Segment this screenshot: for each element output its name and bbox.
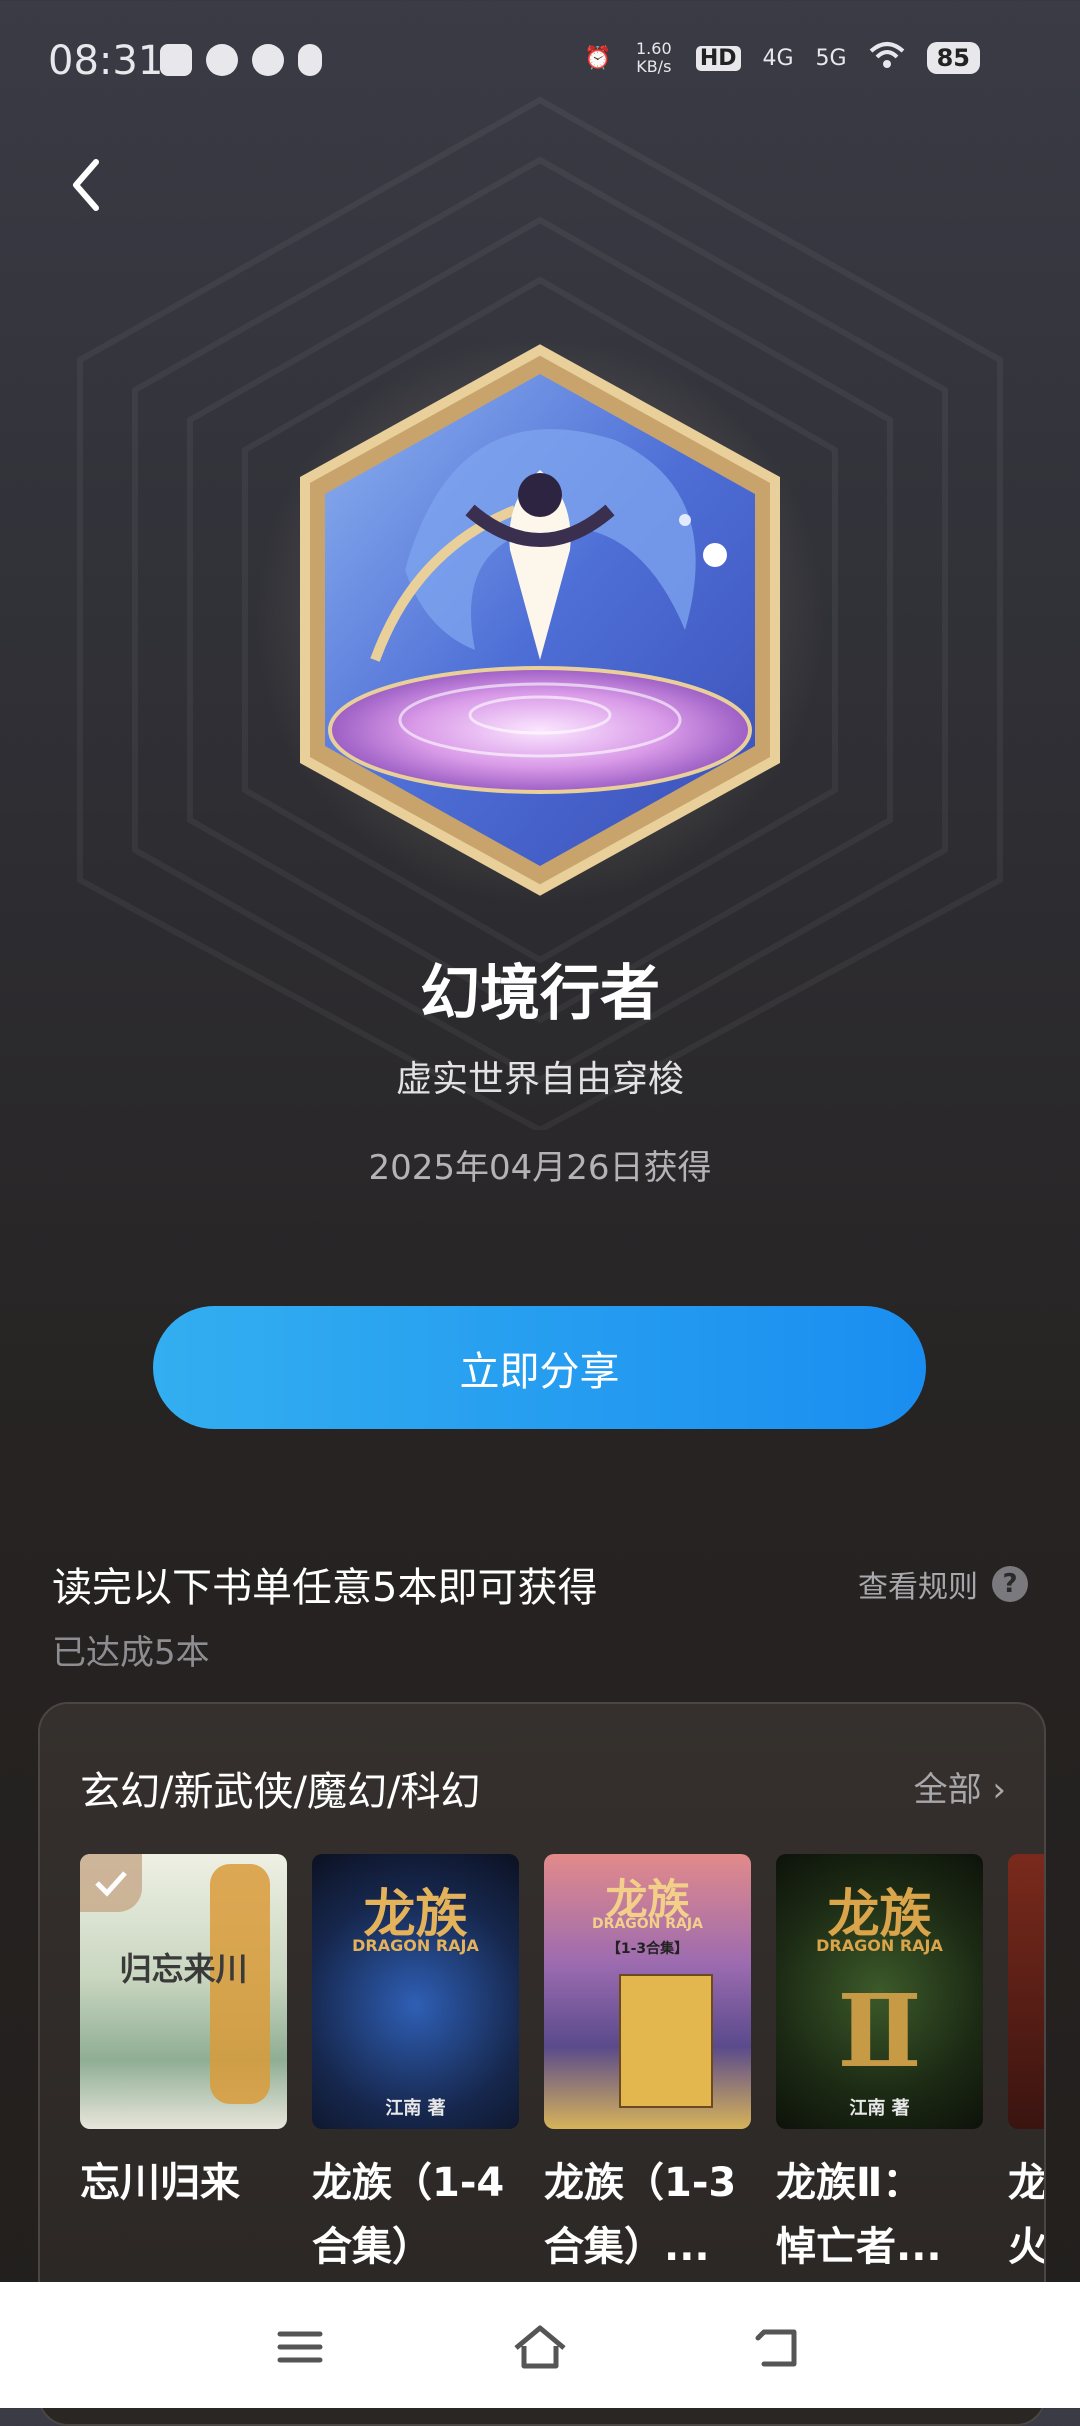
cover-author: 江南 著 [385, 2098, 446, 2119]
video-app-icon [160, 44, 192, 76]
cover-subtitle: DRAGON RAJA [816, 1936, 943, 1955]
book-title-line1: 龙 [1008, 2160, 1046, 2206]
book-title: 龙族（1-3 合集）... [544, 2151, 751, 2279]
cover-volume: Ⅱ [837, 1972, 922, 2090]
obtained-date: 2025年04月26日获得 [368, 1148, 712, 1188]
alarm-icon: ⏰ [584, 45, 612, 71]
hd-icon: HD [695, 45, 741, 71]
signal-5g-icon: 5G [815, 45, 847, 71]
cover-author: 江南 著 [849, 2098, 910, 2119]
location-icon [298, 44, 322, 76]
book-title: 龙 火 [1008, 2151, 1046, 2279]
system-nav-bar [0, 2282, 1080, 2408]
badge-description: 虚实世界自由穿梭 [395, 1059, 684, 1100]
book-item[interactable]: 归忘来川 忘川归来 [80, 1854, 287, 2279]
book-item[interactable]: 龙族 DRAGON RAJA Ⅱ 江南 著 龙族Ⅱ： 悼亡者... [776, 1854, 983, 2279]
book-title-line1: 忘川归来 [80, 2160, 240, 2206]
chevron-right-icon: › [992, 1770, 1006, 1810]
book-title-line1: 龙族（1-4 [312, 2160, 505, 2206]
book-item[interactable]: 龙族 DRAGON RAJA 江南 著 龙族（1-4 合集） [312, 1854, 519, 2279]
battery-indicator: 85 [926, 42, 980, 74]
book-title-line1: 龙族Ⅱ： [776, 2160, 923, 2206]
question-icon: ? [992, 1566, 1028, 1602]
system-icons: ⏰ 1.60 KB/s HD 4G 5G 85 [584, 40, 980, 76]
view-rules-link[interactable]: 查看规则 ? [858, 1562, 1028, 1606]
cover-subtitle: DRAGON RAJA [352, 1936, 479, 1955]
progress-text: 已达成5本 [52, 1633, 210, 1673]
book-title: 龙族Ⅱ： 悼亡者... [776, 2151, 983, 2279]
book-title: 忘川归来 [80, 2151, 287, 2215]
view-all-link[interactable]: 全部 › [914, 1762, 1006, 1811]
book-cover: 归忘来川 [80, 1854, 287, 2129]
completed-check-icon [80, 1854, 142, 1912]
book-list: 归忘来川 忘川归来 龙族 DRAGON RAJA 江南 著 龙族（1-4 合集） [80, 1854, 1046, 2279]
requirement-title: 读完以下书单任意5本即可获得 [52, 1565, 598, 1611]
book-cover: 龙族 DRAGON RAJA Ⅱ 江南 著 [776, 1854, 983, 2129]
achievement-badge [255, 335, 825, 905]
book-item[interactable]: 龙族 DRAGON RAJA 【1-3合集】 龙族（1-3 合集）... [544, 1854, 751, 2279]
cover-author: 【1-3合集】 [606, 1941, 689, 1957]
book-title-line2: 火 [1008, 2224, 1046, 2270]
badge-name: 幻境行者 [420, 959, 660, 1029]
wechat-icon [206, 44, 238, 76]
book-title-line1: 龙族（1-3 [544, 2160, 737, 2206]
home-icon[interactable] [510, 2322, 570, 2372]
back-nav-icon[interactable] [750, 2322, 810, 2372]
book-item[interactable]: 龙 火 [1008, 1854, 1046, 2279]
book-title-line2: 合集）... [544, 2224, 710, 2270]
wifi-icon [869, 41, 905, 75]
app-icon [252, 44, 284, 76]
status-time: 08:31 [48, 38, 164, 84]
book-list-category: 玄幻/新武侠/魔幻/科幻 [80, 1769, 481, 1815]
view-all-label: 全部 [913, 1770, 982, 1810]
notification-icons [160, 44, 322, 76]
book-cover: 龙族 DRAGON RAJA 江南 著 [312, 1854, 519, 2129]
view-rules-label: 查看规则 [858, 1570, 978, 1605]
share-button[interactable]: 立即分享 [153, 1306, 926, 1429]
book-title-line2: 悼亡者... [776, 2224, 942, 2270]
net-speed: 1.60 KB/s [636, 39, 672, 76]
signal-4g-icon: 4G [762, 45, 794, 71]
book-cover [1008, 1854, 1044, 2129]
cover-title: 归忘来川 [119, 1950, 248, 1988]
book-cover: 龙族 DRAGON RAJA 【1-3合集】 [544, 1854, 751, 2129]
book-title-line2: 合集） [312, 2224, 432, 2270]
cover-subtitle: DRAGON RAJA [592, 1916, 703, 1932]
menu-icon[interactable] [270, 2322, 330, 2372]
book-title: 龙族（1-4 合集） [312, 2151, 519, 2279]
